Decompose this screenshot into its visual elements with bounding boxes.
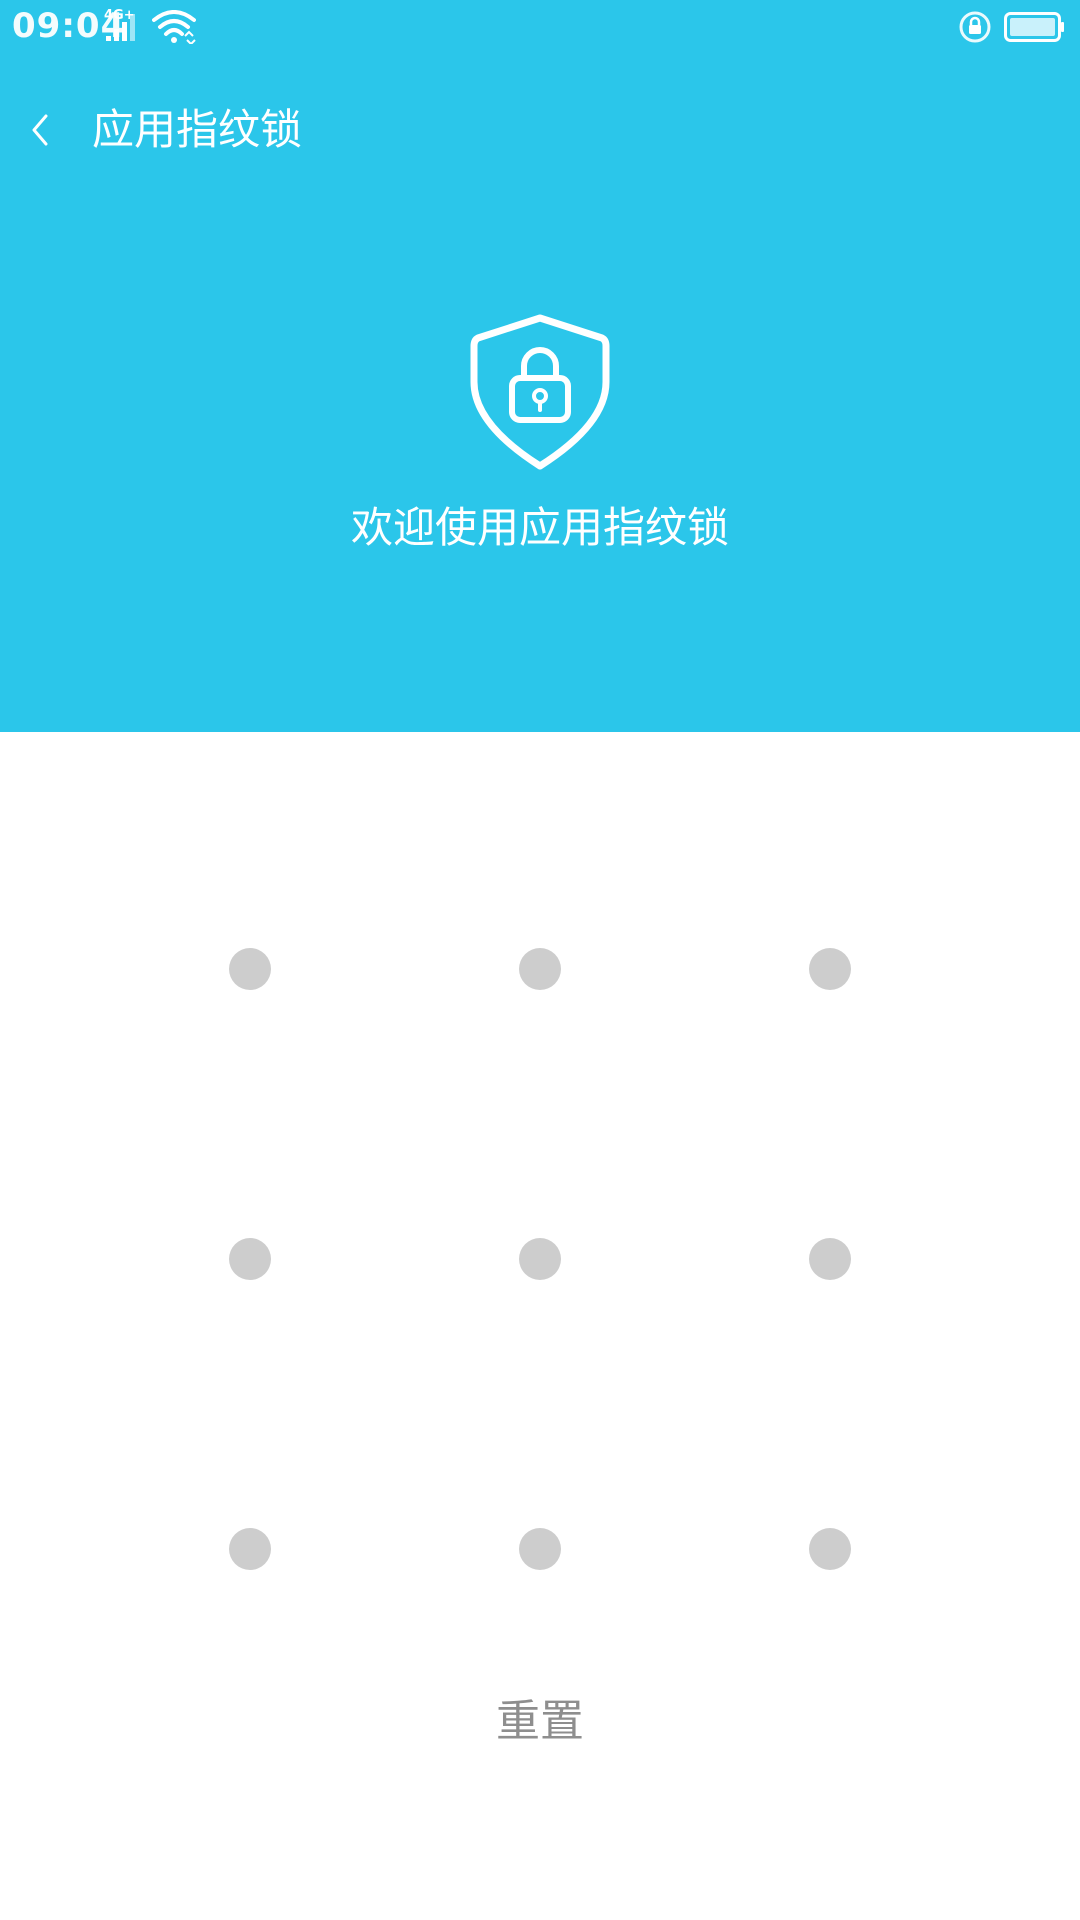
- status-bar: 09:04 4G+: [0, 0, 1080, 54]
- battery-icon: [1004, 12, 1064, 42]
- page-title: 应用指纹锁: [92, 105, 303, 154]
- reset-button[interactable]: 重置: [0, 1692, 1080, 1752]
- fingerprint-lock-screen: 09:04 4G+ 应用指纹锁 欢迎使用应用指纹锁 重置: [0, 0, 1080, 1920]
- pattern-dot[interactable]: [229, 1238, 271, 1280]
- pattern-dot[interactable]: [229, 1528, 271, 1570]
- back-button[interactable]: [14, 100, 66, 160]
- header-banner: 09:04 4G+ 应用指纹锁 欢迎使用应用指纹锁: [0, 0, 1080, 732]
- pattern-dot[interactable]: [809, 948, 851, 990]
- chevron-left-icon: [32, 114, 48, 146]
- pattern-dot[interactable]: [229, 948, 271, 990]
- network-type: 4G+: [104, 8, 135, 23]
- shield-lock-icon: [470, 314, 610, 470]
- welcome-text: 欢迎使用应用指纹锁: [350, 503, 729, 552]
- rotation-lock-icon: [959, 11, 991, 43]
- signal-icon: 4G+: [104, 8, 144, 42]
- pattern-dot[interactable]: [809, 1238, 851, 1280]
- pattern-dot[interactable]: [809, 1528, 851, 1570]
- pattern-dot[interactable]: [519, 1238, 561, 1280]
- pattern-dot[interactable]: [519, 1528, 561, 1570]
- pattern-dot[interactable]: [519, 948, 561, 990]
- wifi-icon: [152, 10, 196, 44]
